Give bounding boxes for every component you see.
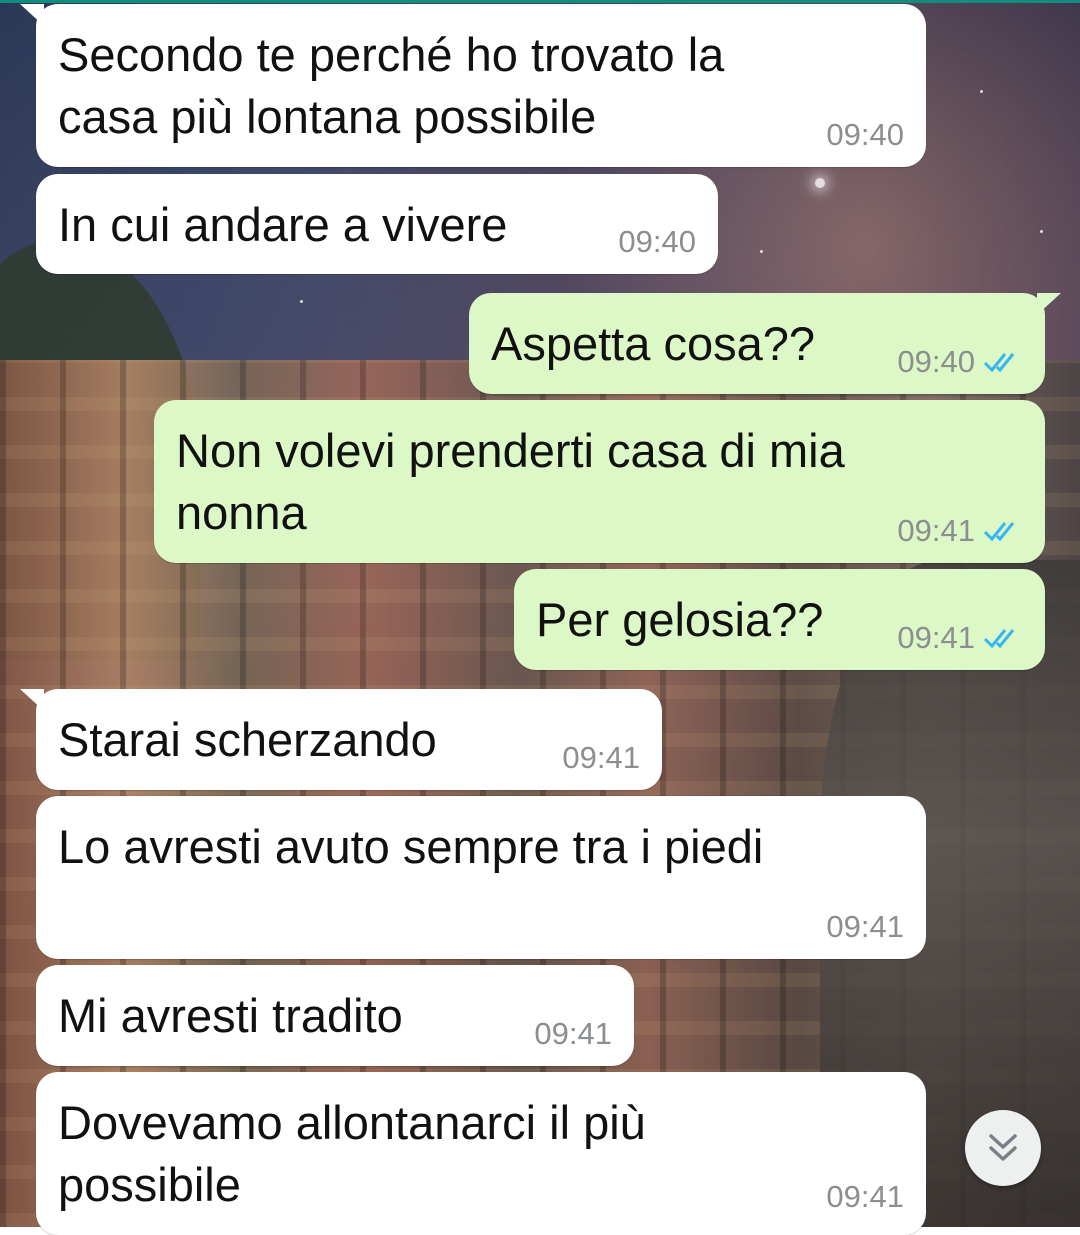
- double-check-icon: [983, 522, 1015, 542]
- bubble-tail: [20, 4, 44, 26]
- message-text: Secondo te perché ho trovato la casa più…: [58, 28, 725, 143]
- message-meta: 09:41: [826, 1179, 904, 1215]
- message-time: 09:40: [897, 344, 975, 379]
- message-meta: 09:41: [562, 740, 640, 776]
- message-meta: 09:41: [534, 1016, 612, 1052]
- double-chevron-down-icon: [989, 1134, 1017, 1161]
- message-bubble-outgoing[interactable]: Aspetta cosa?? 09:40: [469, 293, 1061, 394]
- message-bubble-incoming[interactable]: In cui andare a vivere 09:40: [36, 174, 718, 274]
- message-bubble-incoming[interactable]: Starai scherzando 09:41: [20, 689, 662, 790]
- message-meta: 09:41: [897, 513, 1023, 549]
- message-meta: 09:41: [826, 909, 904, 945]
- scroll-to-bottom-button[interactable]: [965, 1110, 1041, 1186]
- message-meta: 09:41: [897, 620, 1023, 656]
- message-bubble-incoming[interactable]: Secondo te perché ho trovato la casa più…: [20, 4, 926, 167]
- message-time: 09:41: [897, 513, 975, 548]
- double-check-icon: [983, 353, 1015, 373]
- message-time: 09:40: [618, 224, 696, 259]
- message-bubble-incoming[interactable]: Lo avresti avuto sempre tra i piedi 09:4…: [36, 796, 926, 959]
- message-meta: 09:40: [826, 117, 904, 153]
- message-bubble-incoming[interactable]: Dovevamo allontanarci il più possibile 0…: [36, 1072, 926, 1235]
- message-time: 09:41: [826, 1179, 904, 1214]
- double-check-icon: [983, 629, 1015, 649]
- message-meta: 09:40: [897, 344, 1023, 380]
- message-time: 09:41: [897, 620, 975, 655]
- message-time: 09:41: [826, 909, 904, 944]
- message-time: 09:40: [826, 117, 904, 152]
- message-text: Starai scherzando: [58, 713, 437, 766]
- message-bubble-outgoing[interactable]: Non volevi prenderti casa di mia nonna 0…: [154, 400, 1045, 563]
- message-text: In cui andare a vivere: [58, 198, 508, 251]
- message-time: 09:41: [562, 740, 640, 775]
- bubble-tail: [1037, 293, 1061, 315]
- message-bubble-outgoing[interactable]: Per gelosia?? 09:41: [514, 569, 1045, 670]
- message-meta: 09:40: [618, 224, 696, 260]
- message-text: Non volevi prenderti casa di mia nonna: [176, 424, 845, 539]
- message-bubble-incoming[interactable]: Mi avresti tradito 09:41: [36, 965, 634, 1066]
- bubble-tail: [20, 689, 44, 711]
- message-list[interactable]: Secondo te perché ho trovato la casa più…: [0, 0, 1080, 1235]
- message-text: Lo avresti avuto sempre tra i piedi: [58, 820, 764, 873]
- message-text: Dovevamo allontanarci il più possibile: [58, 1096, 646, 1211]
- message-text: Mi avresti tradito: [58, 989, 403, 1042]
- message-time: 09:41: [534, 1016, 612, 1051]
